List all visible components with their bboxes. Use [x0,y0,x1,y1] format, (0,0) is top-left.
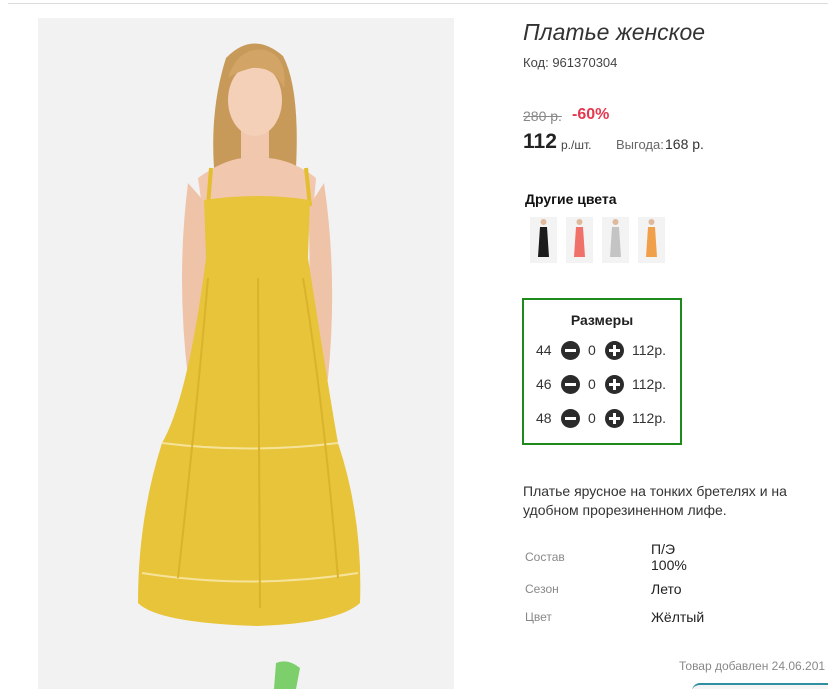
product-title: Платье женское [523,19,706,45]
minus-icon [565,417,576,420]
color-thumb-coral[interactable] [566,217,593,263]
color-thumb-grey[interactable] [602,217,629,263]
sizes-panel: Размеры 44 0 112р. 46 0 112р. 48 0 112р. [522,298,682,445]
spec-label-color: Цвет [525,610,552,624]
date-added: Товар добавлен 24.06.201 [679,659,826,673]
product-description: Платье ярусное на тонких бретелях и на у… [523,483,787,518]
quantity-value: 0 [588,376,596,392]
quantity-value: 0 [588,342,596,358]
quantity-value: 0 [588,410,596,426]
sizes-title: Размеры [570,312,634,328]
product-code: Код: 961370304 [523,55,618,70]
size-price: 112р. [632,342,666,358]
size-row: 48 0 112р. [536,409,676,429]
benefit-value: 168 р. [665,136,704,152]
decrease-quantity-button[interactable] [561,341,580,360]
dress-thumb-icon [610,219,621,257]
decrease-quantity-button[interactable] [561,375,580,394]
discount-badge: -60% [572,106,610,123]
other-colors-title: Другие цвета [525,191,617,207]
size-row: 44 0 112р. [536,341,676,361]
size-row: 46 0 112р. [536,375,676,395]
minus-icon [565,349,576,352]
increase-quantity-button[interactable] [605,375,624,394]
spec-label-season: Сезон [525,582,559,596]
increase-quantity-button[interactable] [605,409,624,428]
size-label: 44 [536,342,552,358]
product-photo[interactable] [38,18,454,689]
decrease-quantity-button[interactable] [561,409,580,428]
size-label: 46 [536,376,552,392]
dress-thumb-icon [574,219,585,257]
increase-quantity-button[interactable] [605,341,624,360]
spec-value-season: Лето [651,581,682,597]
size-price: 112р. [632,410,666,426]
size-label: 48 [536,410,552,426]
spec-value-composition: П/Э 100% [651,541,687,573]
price-unit: р./шт. [561,138,592,152]
size-price: 112р. [632,376,666,392]
spec-value-color: Жёлтый [651,609,705,625]
dress-thumb-icon [646,219,657,257]
dress-thumb-icon [538,219,549,257]
bottom-tab[interactable] [692,683,828,689]
minus-icon [565,383,576,386]
color-thumb-orange[interactable] [638,217,665,263]
top-divider [8,3,828,4]
product-photo-illustration [138,43,361,689]
benefit-label: Выгода: [616,137,664,152]
spec-label-composition: Состав [525,550,565,564]
old-price: 280 р. [523,108,562,124]
color-thumb-black[interactable] [530,217,557,263]
current-price: 112 [523,130,557,153]
